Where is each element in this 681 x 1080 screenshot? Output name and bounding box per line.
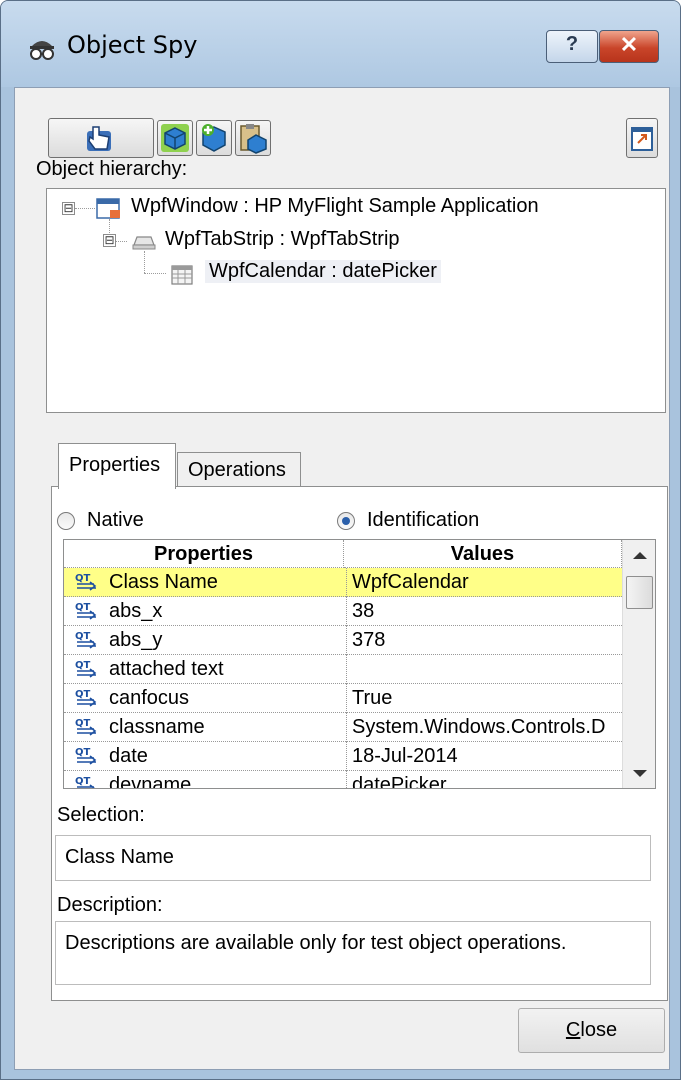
close-button-label: Close [565, 1019, 618, 1041]
pointing-hand-icon [87, 126, 111, 151]
qt-property-icon: QT [75, 747, 97, 765]
svg-text:QT: QT [75, 689, 91, 700]
copy-clipboard-button[interactable] [235, 120, 271, 156]
pin-window-button[interactable] [626, 118, 658, 158]
property-value: System.Windows.Controls.D [346, 713, 627, 742]
qt-property-icon: QT [75, 776, 96, 788]
qt-property-icon: QT [75, 689, 97, 707]
tree-expander[interactable]: ⊟ [62, 202, 75, 215]
hierarchy-label: Object hierarchy: [36, 158, 188, 180]
property-name: date [109, 745, 148, 767]
spy-icon [30, 41, 54, 60]
property-value: 38 [346, 597, 627, 626]
property-value: 378 [346, 626, 627, 655]
table-row[interactable]: QT devname datePicker [64, 771, 622, 789]
scroll-thumb[interactable] [626, 576, 653, 609]
scroll-down-icon[interactable] [633, 770, 647, 777]
dialog-body: Object hierarchy: ⊟ WpfWindow : HP MyFli… [14, 87, 670, 1070]
window-icon [96, 198, 120, 219]
help-button[interactable]: ? [546, 30, 598, 63]
table-row[interactable]: QT date 18-Jul-2014 [64, 742, 622, 771]
property-value: True [346, 684, 627, 713]
object-hierarchy-tree[interactable]: ⊟ WpfWindow : HP MyFlight Sample Applica… [46, 188, 666, 413]
property-value [346, 655, 627, 684]
highlight-object-icon [161, 124, 189, 152]
identification-radio[interactable] [337, 512, 355, 530]
property-value: WpfCalendar [346, 568, 627, 597]
identification-radio-label[interactable]: Identification [367, 509, 479, 532]
close-button[interactable]: Close [518, 1008, 665, 1053]
table-row[interactable]: QT attached text [64, 655, 622, 684]
object-spy-window: Object Spy ? ✕ Object hierarchy: ⊟ WpfWi… [0, 0, 681, 1080]
window-title: Object Spy [67, 31, 198, 59]
svg-text:QT: QT [75, 776, 91, 787]
scroll-up-icon[interactable] [633, 552, 647, 559]
tree-node-wpfcalendar[interactable]: WpfCalendar : datePicker [205, 260, 441, 283]
table-row[interactable]: QT Class Name WpfCalendar [64, 568, 622, 597]
pin-window-icon [631, 127, 653, 151]
property-name: Class Name [109, 571, 218, 593]
qt-property-icon: QT [75, 602, 97, 620]
close-icon: ✕ [619, 32, 639, 57]
selection-field[interactable]: Class Name [55, 835, 651, 881]
svg-text:QT: QT [75, 747, 91, 758]
tree-expander[interactable]: ⊟ [103, 234, 116, 247]
add-objects-button[interactable] [196, 120, 232, 156]
svg-text:QT: QT [75, 631, 91, 642]
window-close-button[interactable]: ✕ [599, 30, 659, 63]
table-row[interactable]: QT abs_x 38 [64, 597, 622, 626]
svg-text:QT: QT [75, 660, 91, 671]
add-objects-icon [202, 124, 226, 152]
table-row[interactable]: QT classname System.Windows.Controls.D [64, 713, 622, 742]
title-bar[interactable]: Object Spy ? ✕ [1, 1, 680, 87]
property-name: attached text [109, 658, 224, 680]
tree-node-wpftabstrip[interactable]: WpfTabStrip : WpfTabStrip [165, 228, 400, 251]
highlight-object-button[interactable] [157, 120, 193, 156]
property-name: canfocus [109, 687, 190, 709]
qt-property-icon: QT [75, 573, 97, 591]
tab-properties[interactable]: Properties [58, 443, 176, 489]
tab-operations[interactable]: Operations [177, 452, 301, 488]
property-name: classname [109, 716, 205, 738]
description-field[interactable]: Descriptions are available only for test… [55, 921, 651, 985]
qt-property-icon: QT [75, 631, 97, 649]
grid-scrollbar[interactable] [622, 540, 655, 788]
column-header-values[interactable]: Values [344, 540, 622, 568]
calendar-icon [171, 265, 193, 285]
pointing-hand-button[interactable] [48, 118, 154, 158]
svg-text:QT: QT [75, 602, 91, 613]
property-value: 18-Jul-2014 [346, 742, 627, 771]
help-icon: ? [565, 33, 579, 55]
tree-node-wpfwindow[interactable]: WpfWindow : HP MyFlight Sample Applicati… [131, 195, 539, 218]
tabstrip-icon [132, 236, 156, 250]
property-name: devname [109, 774, 192, 789]
properties-grid[interactable]: Properties Values QT Class Name WpfCalen… [63, 539, 656, 789]
property-name: abs_x [109, 600, 163, 622]
selection-label: Selection: [57, 804, 145, 826]
description-label: Description: [57, 894, 163, 916]
svg-text:QT: QT [75, 573, 91, 584]
qt-property-icon: QT [75, 718, 97, 736]
native-radio-label[interactable]: Native [87, 509, 144, 532]
qt-property-icon: QT [75, 660, 97, 678]
copy-clipboard-icon [240, 124, 267, 154]
table-row[interactable]: QT abs_y 378 [64, 626, 622, 655]
native-radio[interactable] [57, 512, 75, 530]
column-header-properties[interactable]: Properties [64, 540, 344, 568]
svg-text:QT: QT [75, 718, 91, 729]
property-name: abs_y [109, 629, 163, 651]
table-row[interactable]: QT canfocus True [64, 684, 622, 713]
property-value: datePicker [346, 771, 627, 788]
